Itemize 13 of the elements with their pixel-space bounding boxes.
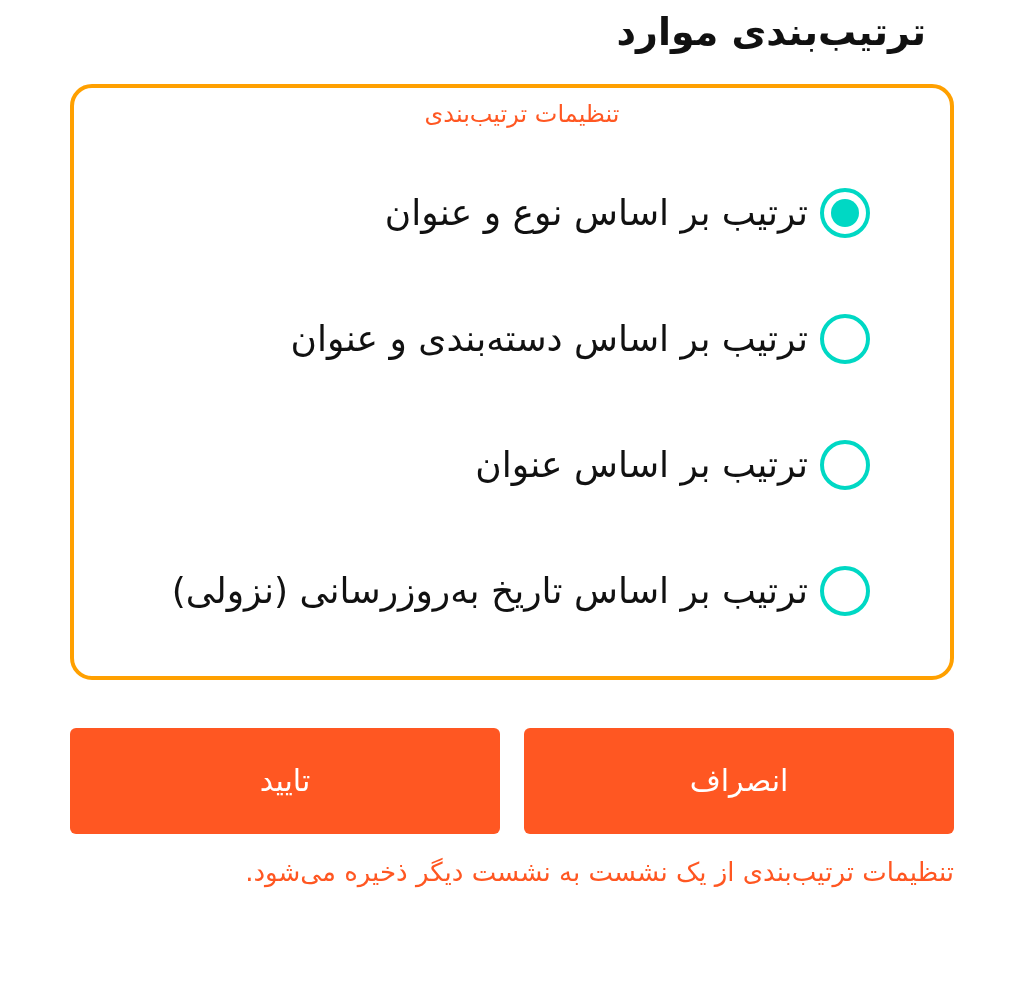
confirm-button[interactable]: تایید xyxy=(70,727,500,834)
info-note: تنظیمات ترتیب‌بندی از یک نشست به نشست دیگر ذخیره می‌شود. xyxy=(244,855,954,890)
option-label: ترتیب بر اساس تاریخ به‌روزرسانی (نزولی) xyxy=(171,568,808,614)
radio-button[interactable] xyxy=(820,439,870,490)
radio-button[interactable] xyxy=(820,565,870,616)
radio-button[interactable] xyxy=(820,187,870,238)
group-legend: تنظیمات ترتیب‌بندی xyxy=(94,95,870,132)
option-label: ترتیب بر اساس نوع و عنوان xyxy=(384,190,808,236)
dialog-title: ترتیب‌بندی موارد xyxy=(615,10,927,56)
cancel-button[interactable]: انصراف xyxy=(524,727,954,834)
radio-button[interactable] xyxy=(820,313,870,364)
option-label: ترتیب بر اساس دسته‌بندی و عنوان xyxy=(290,316,808,362)
option-label: ترتیب بر اساس عنوان xyxy=(475,442,808,488)
